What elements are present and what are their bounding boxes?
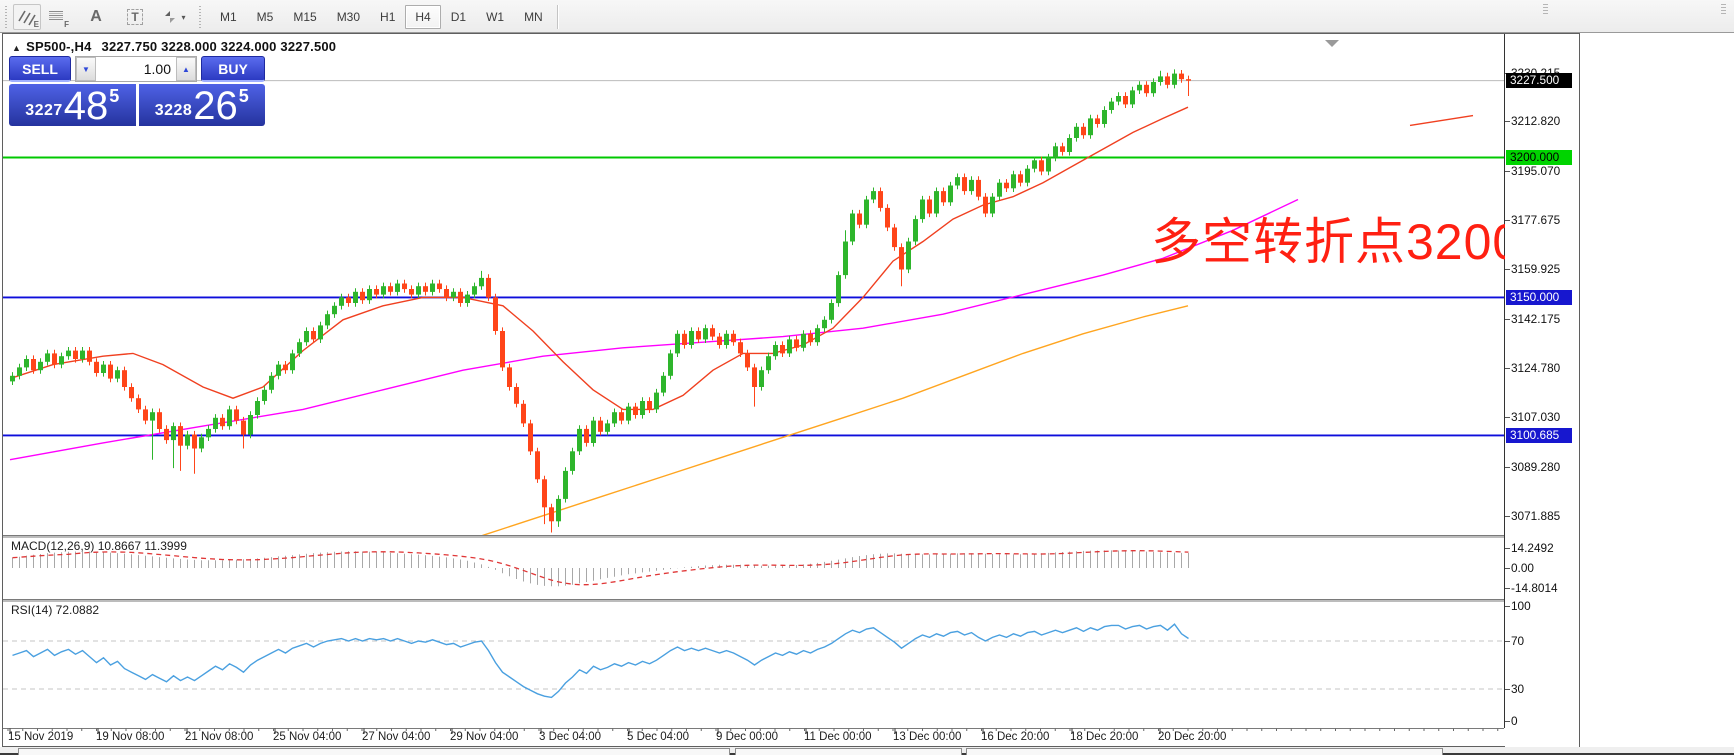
volume-stepper: ▼ ▲ bbox=[75, 56, 197, 82]
volume-increase-button[interactable]: ▲ bbox=[176, 57, 196, 81]
symbol-label: SP500-,H4 bbox=[26, 39, 91, 54]
text-box-icon[interactable]: T bbox=[121, 4, 149, 30]
timeframe-button-h1[interactable]: H1 bbox=[370, 5, 405, 29]
price-axis-tick: 3159.925 bbox=[1511, 262, 1560, 276]
price-axis-tick: 3177.675 bbox=[1511, 213, 1560, 227]
timeframe-button-d1[interactable]: D1 bbox=[441, 5, 476, 29]
chart-window: ▲ SP500-,H4 3227.750 3228.000 3224.000 322… bbox=[2, 33, 1580, 747]
timeframe-button-h4[interactable]: H4 bbox=[405, 5, 440, 29]
buy-button[interactable]: BUY bbox=[201, 56, 265, 82]
price-axis-tick: 0.00 bbox=[1511, 561, 1534, 575]
time-axis-label: 3 Dec 04:00 bbox=[539, 731, 601, 743]
chart-tab-stub[interactable] bbox=[735, 748, 962, 755]
experts-icon-label: E bbox=[34, 20, 39, 29]
time-axis-label: 19 Nov 08:00 bbox=[96, 731, 164, 743]
time-axis-label: 5 Dec 04:00 bbox=[627, 731, 689, 743]
grid-icon-label: F bbox=[64, 20, 69, 29]
price-axis-tick: -14.8014 bbox=[1511, 581, 1558, 595]
toolbar-stub-1 bbox=[1543, 4, 1548, 14]
volume-decrease-button[interactable]: ▼ bbox=[76, 57, 96, 81]
chart-shift-marker bbox=[1325, 40, 1339, 47]
time-axis-label: 16 Dec 20:00 bbox=[981, 731, 1049, 743]
time-axis-label: 21 Nov 08:00 bbox=[185, 731, 253, 743]
chart-tab-stub[interactable] bbox=[18, 748, 730, 755]
timeframe-button-w1[interactable]: W1 bbox=[476, 5, 514, 29]
price-axis-tick: 3212.820 bbox=[1511, 114, 1560, 128]
sell-price-display[interactable]: 3227 48 5 bbox=[9, 84, 136, 126]
rsi-panel bbox=[3, 624, 1504, 697]
toolbar: E F A T ▾ M1M5M15M30H1H4D1W1MN bbox=[0, 0, 1734, 33]
text-label-icon[interactable]: A bbox=[82, 4, 110, 30]
price-axis-tick: 3107.030 bbox=[1511, 410, 1560, 424]
annotation-text[interactable]: 多空转折点3200 bbox=[1151, 202, 1521, 274]
chart-tab-stub[interactable] bbox=[966, 748, 1443, 755]
timeframe-button-mn[interactable]: MN bbox=[514, 5, 553, 29]
price-axis-tick: 70 bbox=[1511, 634, 1524, 648]
time-axis-label: 15 Nov 2019 bbox=[8, 731, 73, 743]
price-axis-tick: 100 bbox=[1511, 599, 1531, 613]
price-level-label: 3200.000 bbox=[1506, 150, 1572, 165]
dropdown-caret-icon: ▾ bbox=[181, 13, 185, 22]
price-axis-tick: 3124.780 bbox=[1511, 361, 1560, 375]
chart-plot[interactable] bbox=[3, 34, 1505, 747]
volume-input[interactable] bbox=[96, 57, 176, 81]
collapse-arrow-icon[interactable]: ▲ bbox=[12, 43, 21, 53]
toolbar-drag-handle[interactable] bbox=[3, 6, 9, 28]
price-axis-tick: 3142.175 bbox=[1511, 312, 1560, 326]
macd-panel bbox=[13, 550, 1189, 586]
rsi-label: RSI(14) 72.0882 bbox=[11, 603, 99, 617]
tab-bar-strip bbox=[0, 747, 1734, 755]
time-axis-label: 18 Dec 20:00 bbox=[1070, 731, 1138, 743]
candlestick-series bbox=[10, 69, 1191, 532]
toolbar-stub-2 bbox=[1721, 4, 1726, 14]
buy-price-display[interactable]: 3228 26 5 bbox=[139, 84, 266, 126]
price-axis-tick: 30 bbox=[1511, 682, 1524, 696]
price-axis-tick: 3089.280 bbox=[1511, 460, 1560, 474]
time-axis-label: 29 Nov 04:00 bbox=[450, 731, 518, 743]
one-click-trade-panel: SELL ▼ ▲ BUY 3227 48 5 3228 26 5 bbox=[9, 56, 265, 126]
price-axis-tick: 0 bbox=[1511, 714, 1518, 728]
price-level-label: 3227.500 bbox=[1506, 73, 1572, 88]
timeframe-button-m5[interactable]: M5 bbox=[247, 5, 284, 29]
macd-label: MACD(12,26,9) 10.8667 11.3999 bbox=[11, 539, 187, 553]
price-level-label: 3150.000 bbox=[1506, 290, 1572, 305]
time-axis-label: 25 Nov 04:00 bbox=[273, 731, 341, 743]
price-axis-tick: 14.2492 bbox=[1511, 541, 1554, 555]
experts-icon[interactable]: E bbox=[13, 4, 41, 30]
time-axis-label: 20 Dec 20:00 bbox=[1158, 731, 1226, 743]
arrange-icon[interactable]: ▾ bbox=[160, 4, 188, 30]
timeframe-group: M1M5M15M30H1H4D1W1MN bbox=[210, 5, 553, 29]
timeframe-button-m15[interactable]: M15 bbox=[283, 5, 326, 29]
time-axis-label: 13 Dec 00:00 bbox=[893, 731, 961, 743]
grid-icon[interactable]: F bbox=[43, 4, 71, 30]
timeframe-button-m1[interactable]: M1 bbox=[210, 5, 247, 29]
price-axis-tick: 3071.885 bbox=[1511, 509, 1560, 523]
ohlc-values: 3227.750 3228.000 3224.000 3227.500 bbox=[102, 39, 337, 54]
time-axis-label: 9 Dec 00:00 bbox=[716, 731, 778, 743]
time-axis-label: 27 Nov 04:00 bbox=[362, 731, 430, 743]
time-axis-label: 11 Dec 00:00 bbox=[804, 731, 872, 743]
timeframe-button-m30[interactable]: M30 bbox=[327, 5, 370, 29]
timeframe-drag-handle[interactable] bbox=[197, 6, 203, 28]
toolbar-separator bbox=[557, 5, 559, 29]
chart-title: ▲ SP500-,H4 3227.750 3228.000 3224.000 322… bbox=[12, 39, 336, 54]
price-axis[interactable]: 3230.2153212.8203195.0703177.6753159.925… bbox=[1505, 34, 1579, 747]
price-axis-tick: 3195.070 bbox=[1511, 164, 1560, 178]
sell-button[interactable]: SELL bbox=[9, 56, 71, 82]
price-level-label: 3100.685 bbox=[1506, 428, 1572, 443]
